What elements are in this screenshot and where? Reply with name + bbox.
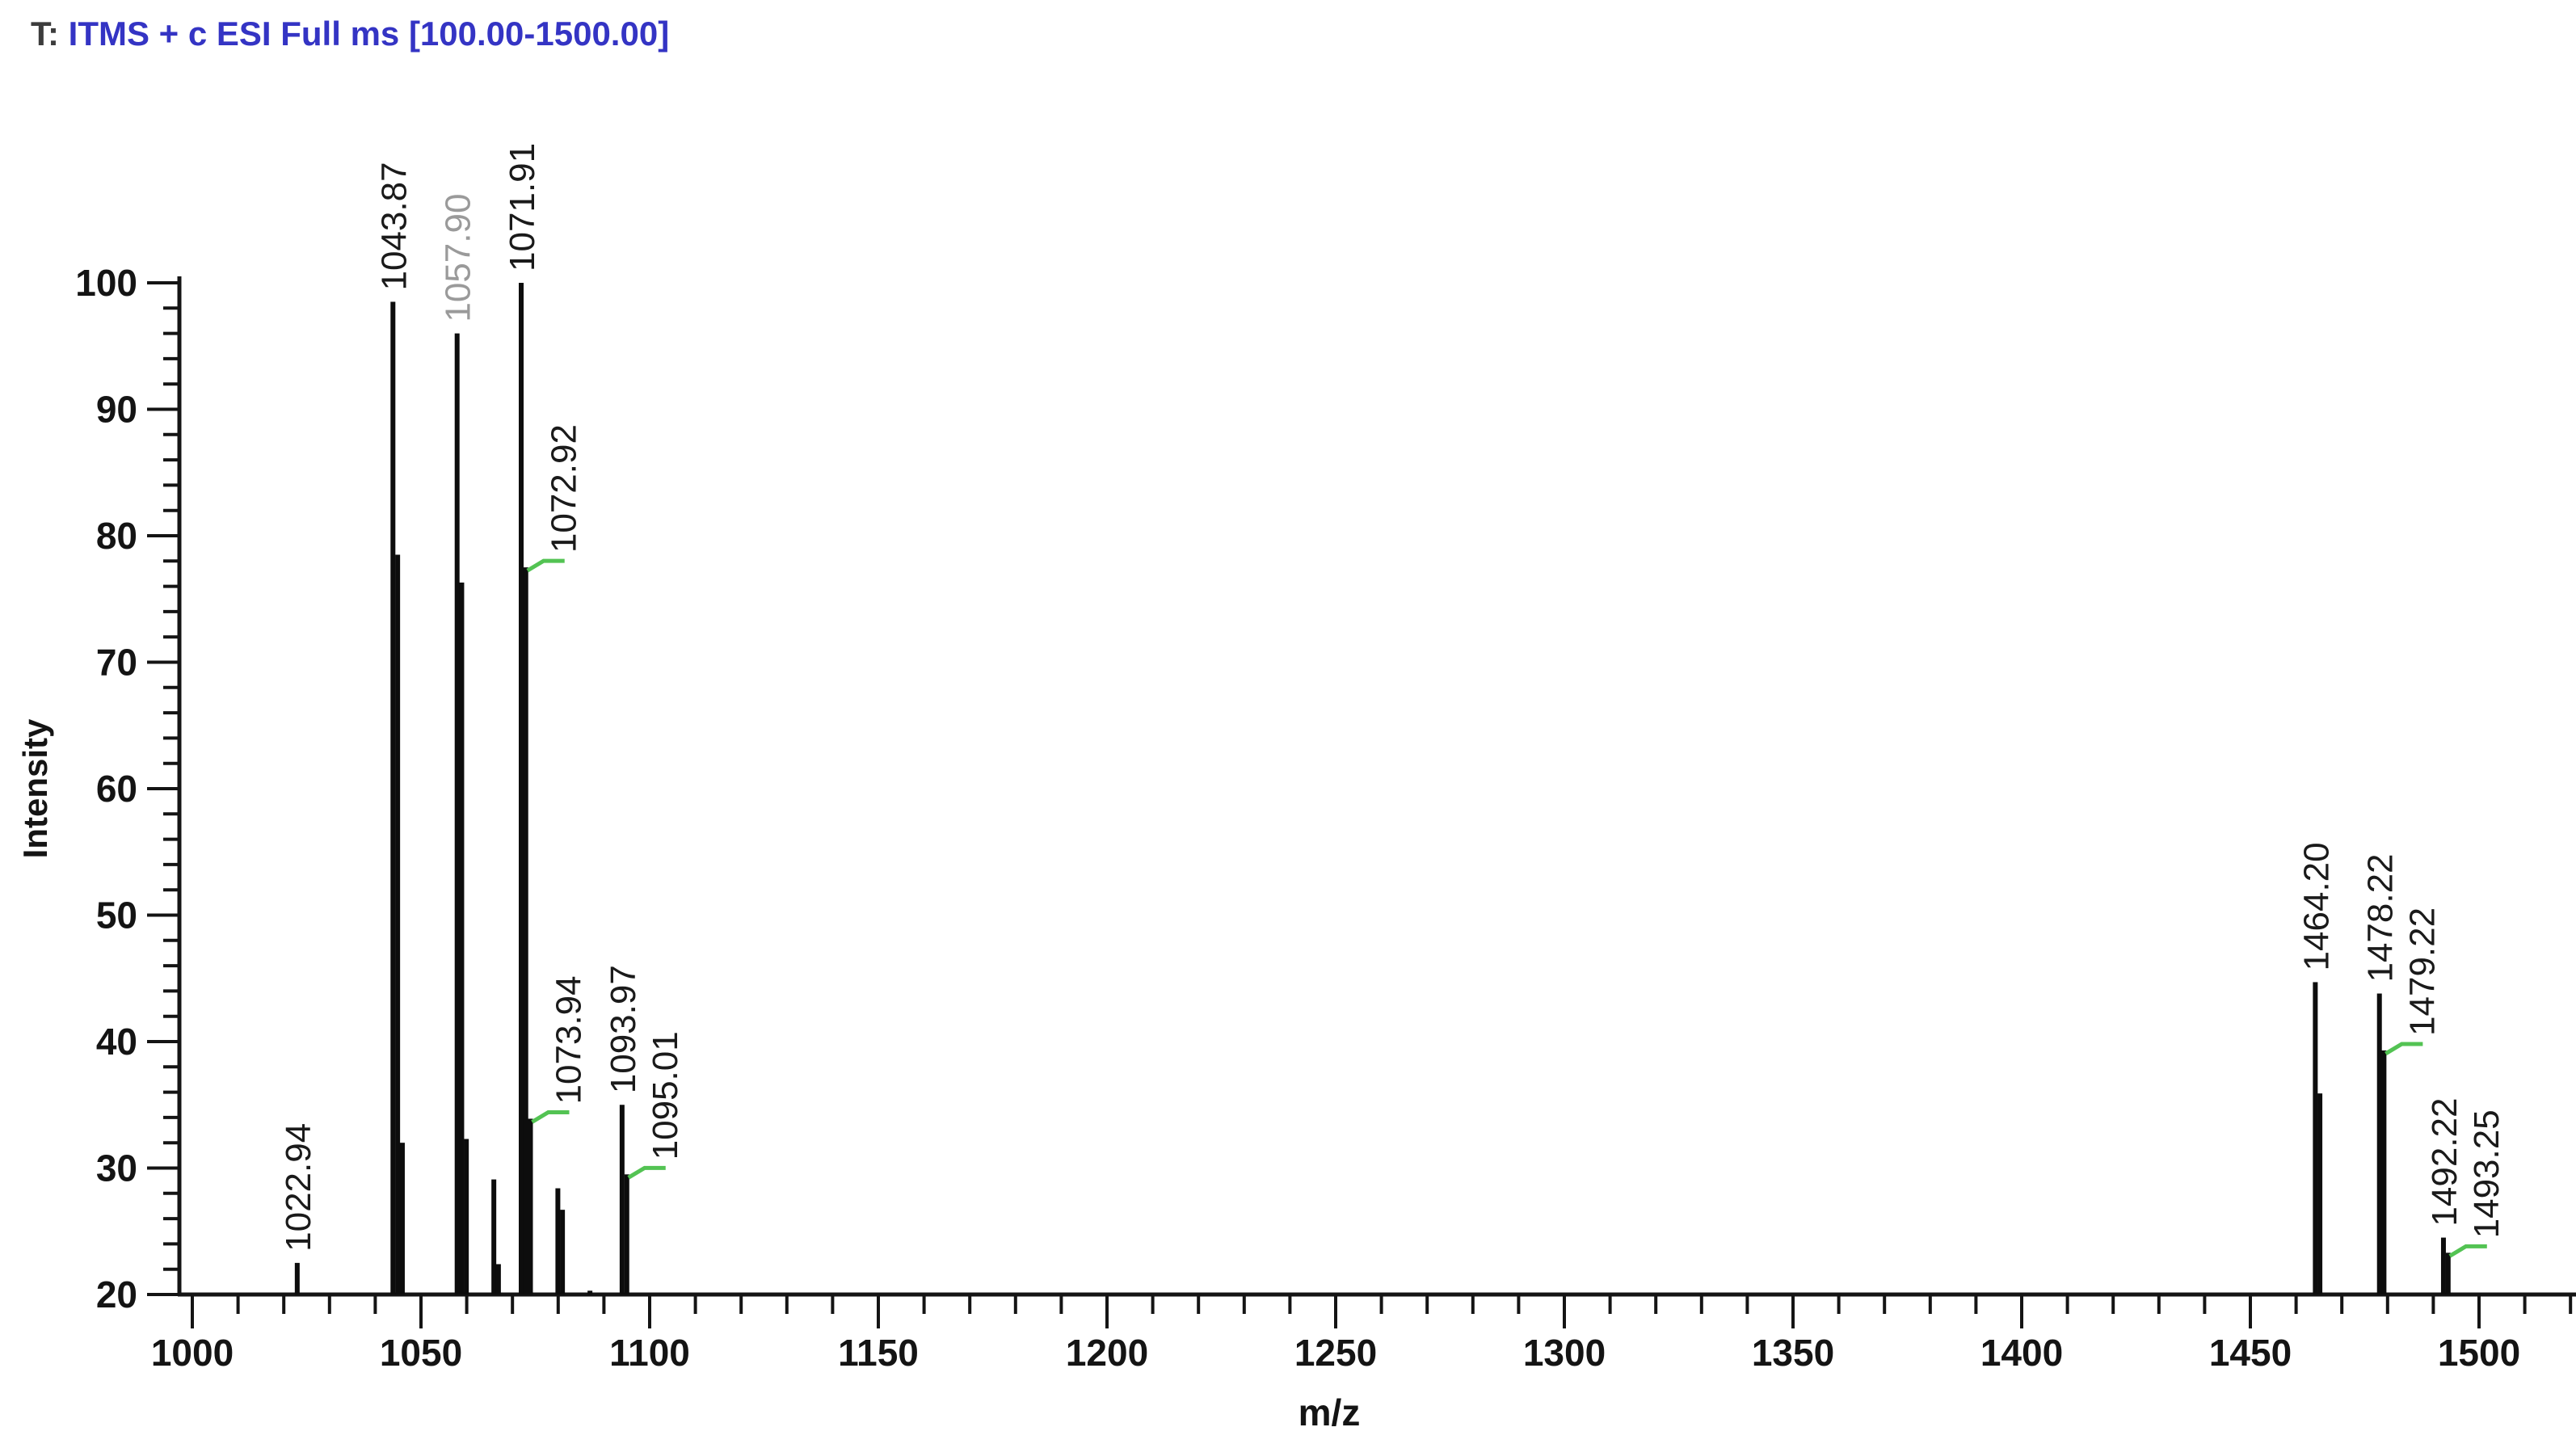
peak-flag-connector: [2450, 1246, 2487, 1256]
peak-bar: [2441, 1238, 2446, 1295]
peak-label: 1492.22: [2425, 1098, 2464, 1227]
peak-bar: [2381, 1050, 2386, 1295]
y-tick-label: 70: [96, 642, 137, 684]
peak-bar: [560, 1210, 565, 1295]
peak-bar: [625, 1174, 629, 1295]
peak-bar: [620, 1105, 625, 1295]
peak-bar: [519, 283, 524, 1295]
peak-label: 1043.87: [374, 162, 414, 290]
peak-bar: [496, 1264, 501, 1295]
peak-bar: [390, 301, 395, 1295]
peak-label: 1071.91: [503, 143, 542, 272]
y-tick-label: 100: [75, 262, 137, 304]
peak-label: 1093.97: [604, 965, 643, 1093]
mass-spectrum-chart[interactable]: 20 30 40 50 60 70 80 90 100 1000 1050 1100 1150 1200 1…: [0, 0, 2576, 1444]
peak-label: 1057.90: [439, 194, 478, 322]
peak-bar: [587, 1290, 592, 1295]
y-tick-label: 60: [96, 768, 137, 810]
peak-flag-connector: [532, 1112, 570, 1122]
y-tick-label: 30: [96, 1147, 137, 1189]
peak-flag-connector: [528, 561, 565, 570]
peak-bar: [455, 334, 460, 1295]
peak-label: 1464.20: [2296, 842, 2336, 970]
x-tick-label: 1350: [1752, 1332, 1834, 1374]
xcalibur-spectrum-view: T: ITMS + c ESI Full ms [100.00-1500.00]…: [0, 0, 2576, 1444]
peak-bar: [524, 567, 528, 1295]
x-tick-label: 1250: [1294, 1332, 1377, 1374]
peak-label: 1072.92: [545, 424, 584, 553]
peak-bar: [400, 1143, 405, 1295]
x-tick-label: 1150: [838, 1332, 919, 1374]
y-tick-label: 20: [96, 1273, 137, 1316]
y-axis-title: Intensity: [16, 718, 54, 858]
x-tick-label: 1050: [380, 1332, 462, 1374]
x-tick-label: 1450: [2209, 1332, 2292, 1374]
peak-flag-connector: [629, 1168, 666, 1177]
peak-bar: [528, 1118, 533, 1295]
peak-bar: [459, 583, 464, 1295]
peak-label: 1073.94: [549, 975, 589, 1104]
x-axis-title: m/z: [1299, 1391, 1361, 1433]
peak-bar: [491, 1180, 496, 1295]
peak-bar: [2377, 994, 2382, 1295]
x-tick-label: 1000: [151, 1332, 234, 1374]
peak-bar: [555, 1189, 560, 1295]
x-tick-label: 1200: [1066, 1332, 1148, 1374]
peak-bar: [295, 1263, 300, 1295]
peak-flag-connector: [2385, 1044, 2422, 1054]
y-tick-label: 80: [96, 515, 137, 557]
peak-label: 1478.22: [2361, 853, 2401, 982]
y-tick-label: 90: [96, 389, 137, 431]
peak-label: 1493.25: [2467, 1109, 2507, 1238]
y-tick-label: 40: [96, 1021, 137, 1063]
y-tick-label: 50: [96, 895, 137, 937]
peak-bar: [464, 1139, 469, 1295]
peak-bar: [2446, 1252, 2451, 1295]
peak-label: 1095.01: [646, 1031, 685, 1160]
peak-bar: [2317, 1093, 2322, 1295]
peak-label: 1022.94: [279, 1123, 318, 1252]
peak-bar: [395, 554, 400, 1295]
peak-bar: [2313, 982, 2317, 1295]
x-tick-label: 1400: [1980, 1332, 2063, 1374]
peak-label: 1479.22: [2402, 907, 2442, 1036]
x-tick-label: 1100: [609, 1332, 690, 1374]
x-tick-label: 1300: [1523, 1332, 1606, 1374]
x-tick-label: 1500: [2438, 1332, 2520, 1374]
